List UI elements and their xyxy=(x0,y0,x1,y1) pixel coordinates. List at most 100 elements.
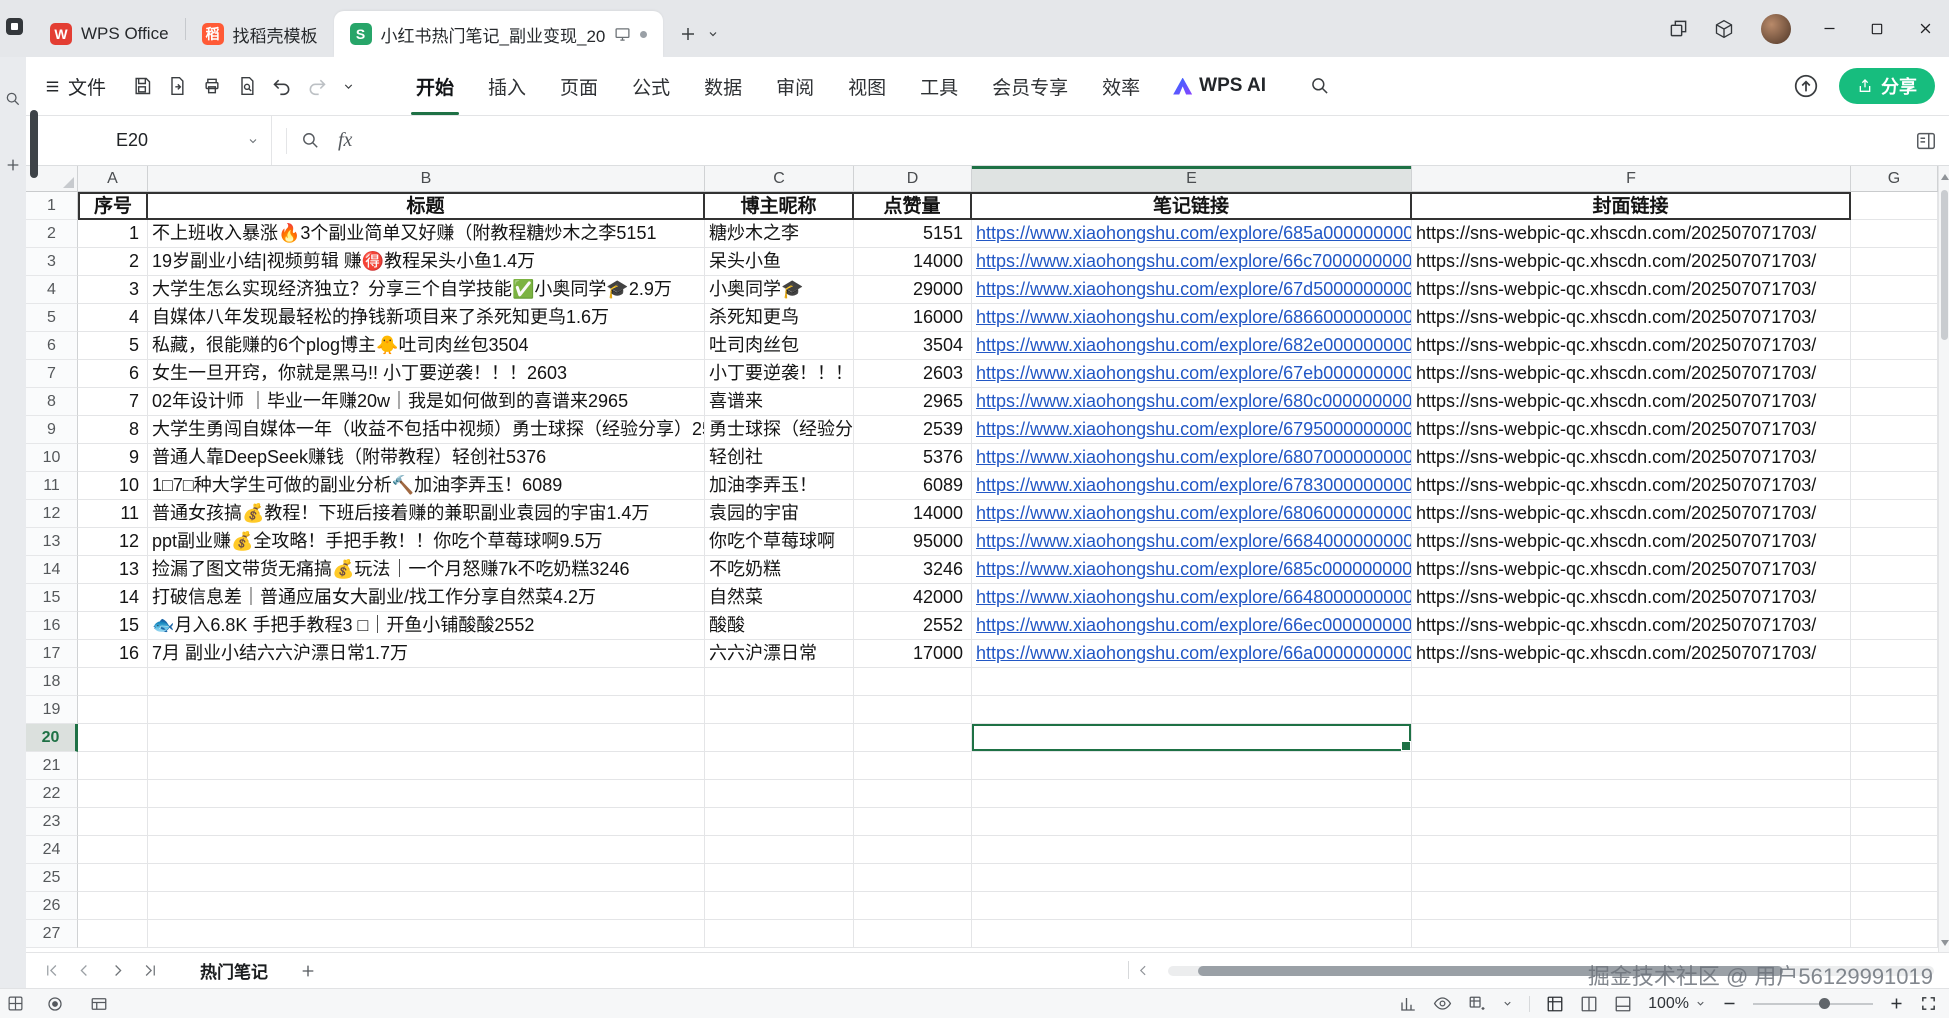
ribbon-tab-6[interactable]: 视图 xyxy=(831,57,903,115)
row-header-14[interactable]: 14 xyxy=(26,556,78,584)
cell-C26[interactable] xyxy=(705,892,854,920)
last-sheet-icon[interactable] xyxy=(143,963,158,978)
cell-E20[interactable] xyxy=(972,724,1412,752)
cell-A17[interactable]: 16 xyxy=(78,640,148,668)
row-header-2[interactable]: 2 xyxy=(26,220,78,248)
cell-C12[interactable]: 袁园的宇宙 xyxy=(705,500,854,528)
cell-B26[interactable] xyxy=(148,892,705,920)
row-header-25[interactable]: 25 xyxy=(26,864,78,892)
cell-B4[interactable]: 大学生怎么实现经济独立？分享三个自学技能✅小奥同学🎓2.9万 xyxy=(148,276,705,304)
cell-D11[interactable]: 6089 xyxy=(854,472,972,500)
row-header-9[interactable]: 9 xyxy=(26,416,78,444)
tab-docer-templates[interactable]: 稻 找稻壳模板 xyxy=(186,11,334,57)
row-header-7[interactable]: 7 xyxy=(26,360,78,388)
cell-B16[interactable]: 🐟月入6.8K 手把手教程3 □｜开鱼小铺酸酸2552 xyxy=(148,612,705,640)
cell-A2[interactable]: 1 xyxy=(78,220,148,248)
cell-G10[interactable] xyxy=(1851,444,1938,472)
cell-A1[interactable]: 序号 xyxy=(78,192,148,220)
cell-C27[interactable] xyxy=(705,920,854,948)
cell-F6[interactable]: https://sns-webpic-qc.xhscdn.com/2025070… xyxy=(1412,332,1851,360)
cell-F21[interactable] xyxy=(1412,752,1851,780)
cell-D12[interactable]: 14000 xyxy=(854,500,972,528)
printer-icon[interactable] xyxy=(202,76,222,96)
cell-B7[interactable]: 女生一旦开窍，你就是黑马!! 小丁要逆袭！！！2603 xyxy=(148,360,705,388)
cell-A22[interactable] xyxy=(78,780,148,808)
cell-F1[interactable]: 封面链接 xyxy=(1412,192,1851,220)
cell-G17[interactable] xyxy=(1851,640,1938,668)
cell-D3[interactable]: 14000 xyxy=(854,248,972,276)
cell-B18[interactable] xyxy=(148,668,705,696)
column-header-F[interactable]: F xyxy=(1412,166,1851,192)
ribbon-tab-0[interactable]: 开始 xyxy=(399,57,471,115)
cell-B27[interactable] xyxy=(148,920,705,948)
cell-G3[interactable] xyxy=(1851,248,1938,276)
cell-D16[interactable]: 2552 xyxy=(854,612,972,640)
sheet-tab-active[interactable]: 热门笔记 xyxy=(186,953,282,988)
cell-G21[interactable] xyxy=(1851,752,1938,780)
cell-F5[interactable]: https://sns-webpic-qc.xhscdn.com/2025070… xyxy=(1412,304,1851,332)
prev-sheet-icon[interactable] xyxy=(77,963,92,978)
cell-C6[interactable]: 吐司肉丝包 xyxy=(705,332,854,360)
cell-G8[interactable] xyxy=(1851,388,1938,416)
cell-C5[interactable]: 杀死知更鸟 xyxy=(705,304,854,332)
ribbon-tab-1[interactable]: 插入 xyxy=(471,57,543,115)
cell-D8[interactable]: 2965 xyxy=(854,388,972,416)
cell-C21[interactable] xyxy=(705,752,854,780)
cell-C17[interactable]: 六六沪漂日常 xyxy=(705,640,854,668)
cell-A8[interactable]: 7 xyxy=(78,388,148,416)
row-header-6[interactable]: 6 xyxy=(26,332,78,360)
cell-D6[interactable]: 3504 xyxy=(854,332,972,360)
cell-F10[interactable]: https://sns-webpic-qc.xhscdn.com/2025070… xyxy=(1412,444,1851,472)
strip-search-icon[interactable] xyxy=(5,91,21,107)
row-header-5[interactable]: 5 xyxy=(26,304,78,332)
note-link[interactable]: https://www.xiaohongshu.com/explore/6783… xyxy=(976,475,1411,495)
cell-F13[interactable]: https://sns-webpic-qc.xhscdn.com/2025070… xyxy=(1412,528,1851,556)
cell-A20[interactable] xyxy=(78,724,148,752)
cell-G2[interactable] xyxy=(1851,220,1938,248)
zoom-chevron-icon[interactable] xyxy=(1695,998,1706,1009)
row-header-11[interactable]: 11 xyxy=(26,472,78,500)
cell-A19[interactable] xyxy=(78,696,148,724)
hscroll-left-arrow-icon[interactable] xyxy=(1137,964,1150,977)
cell-F8[interactable]: https://sns-webpic-qc.xhscdn.com/2025070… xyxy=(1412,388,1851,416)
cell-E22[interactable] xyxy=(972,780,1412,808)
eye-protect-icon[interactable] xyxy=(1433,994,1452,1013)
cell-C14[interactable]: 不吃奶糕 xyxy=(705,556,854,584)
row-header-8[interactable]: 8 xyxy=(26,388,78,416)
upload-cloud-icon[interactable] xyxy=(1793,73,1819,99)
cell-A18[interactable] xyxy=(78,668,148,696)
note-link[interactable]: https://www.xiaohongshu.com/explore/66a0… xyxy=(976,643,1411,663)
cell-E23[interactable] xyxy=(972,808,1412,836)
cell-C9[interactable]: 勇士球探（经验分享） xyxy=(705,416,854,444)
cell-G20[interactable] xyxy=(1851,724,1938,752)
cell-B8[interactable]: 02年设计师 ｜毕业一年赚20w｜我是如何做到的喜谱来2965 xyxy=(148,388,705,416)
note-link[interactable]: https://www.xiaohongshu.com/explore/6795… xyxy=(976,419,1411,439)
cell-C15[interactable]: 自然菜 xyxy=(705,584,854,612)
cell-E8[interactable]: https://www.xiaohongshu.com/explore/680c… xyxy=(972,388,1412,416)
column-header-D[interactable]: D xyxy=(854,166,972,192)
cell-E17[interactable]: https://www.xiaohongshu.com/explore/66a0… xyxy=(972,640,1412,668)
cell-E19[interactable] xyxy=(972,696,1412,724)
vertical-scroll-thumb[interactable] xyxy=(1941,190,1948,340)
pivot-table-icon[interactable] xyxy=(1468,995,1486,1013)
formula-search-icon[interactable] xyxy=(301,131,320,150)
cell-B24[interactable] xyxy=(148,836,705,864)
cell-F11[interactable]: https://sns-webpic-qc.xhscdn.com/2025070… xyxy=(1412,472,1851,500)
fx-icon[interactable]: fx xyxy=(338,129,352,152)
split-window-icon[interactable] xyxy=(1656,19,1701,38)
cell-E18[interactable] xyxy=(972,668,1412,696)
column-header-C[interactable]: C xyxy=(705,166,854,192)
cell-G5[interactable] xyxy=(1851,304,1938,332)
column-header-A[interactable]: A xyxy=(78,166,148,192)
cell-B22[interactable] xyxy=(148,780,705,808)
cell-G4[interactable] xyxy=(1851,276,1938,304)
note-link[interactable]: https://www.xiaohongshu.com/explore/67d5… xyxy=(976,279,1411,299)
cell-D10[interactable]: 5376 xyxy=(854,444,972,472)
file-menu-button[interactable]: 文件 xyxy=(44,73,106,100)
cell-A7[interactable]: 6 xyxy=(78,360,148,388)
cell-B3[interactable]: 19岁副业小结|视频剪辑 赚🉐教程呆头小鱼1.4万 xyxy=(148,248,705,276)
tab-active-workbook[interactable]: S 小红书热门笔记_副业变现_20 xyxy=(333,11,664,57)
cell-F7[interactable]: https://sns-webpic-qc.xhscdn.com/2025070… xyxy=(1412,360,1851,388)
row-header-24[interactable]: 24 xyxy=(26,836,78,864)
cell-E6[interactable]: https://www.xiaohongshu.com/explore/682e… xyxy=(972,332,1412,360)
